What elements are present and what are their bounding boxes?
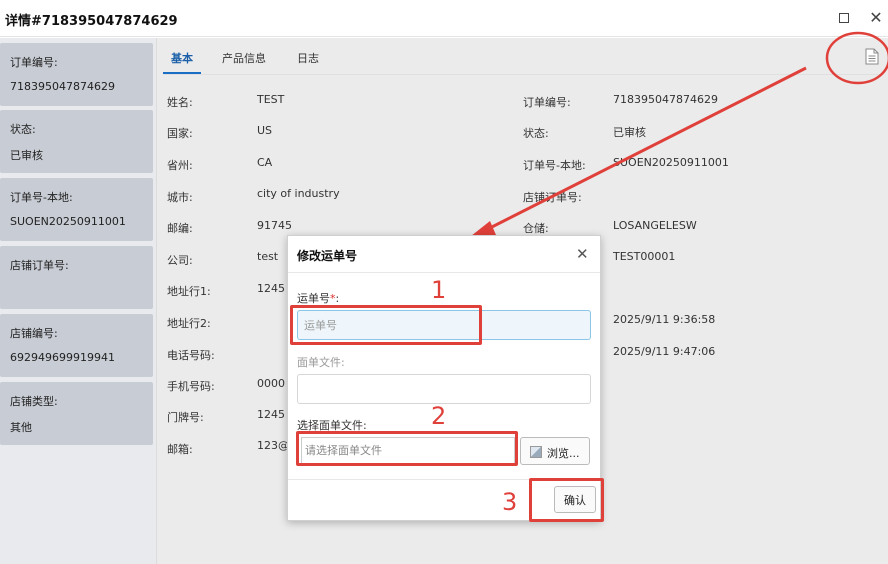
field-label: 状态: [523, 127, 549, 140]
label-file-label: 面单文件: [297, 356, 345, 369]
field-value: 123@ [257, 439, 289, 452]
sidebar-card-value: 已审核 [10, 149, 43, 162]
field-value: 1245 [257, 282, 285, 295]
field-label: 公司: [167, 254, 193, 267]
sidebar-card-value: SUOEN20250911001 [10, 215, 126, 228]
step-marker-2: 2 [431, 402, 447, 430]
sidebar-card-order-id: 订单编号: 718395047874629 [0, 43, 153, 106]
window-title: 详情#718395047874629 [5, 14, 178, 29]
tab-log[interactable]: 日志 [297, 50, 319, 66]
sidebar-card-label: 店铺订单号: [10, 259, 69, 272]
browse-button-label: 浏览... [547, 447, 580, 460]
field-label: 省州: [167, 159, 193, 172]
field-label: 订单号-本地: [523, 159, 586, 172]
sidebar-card-label: 店铺编号: [10, 327, 58, 340]
field-value: 2025/9/11 9:36:58 [613, 313, 716, 326]
tab-basic[interactable]: 基本 [171, 50, 193, 66]
sidebar-card-label: 状态: [10, 123, 36, 136]
dialog-title: 修改运单号 [297, 249, 358, 263]
step-marker-3: 3 [502, 488, 518, 516]
field-label: 手机号码: [167, 380, 215, 393]
sidebar-card-local-order: 订单号-本地: SUOEN20250911001 [0, 178, 153, 241]
field-value: CA [257, 156, 273, 169]
sidebar-card-label: 店铺类型: [10, 395, 58, 408]
field-value: 91745 [257, 219, 292, 232]
field-label: 仓储: [523, 222, 549, 235]
field-value: 0000 [257, 377, 285, 390]
field-label: 国家: [167, 127, 193, 140]
sidebar-card-value: 其他 [10, 421, 32, 434]
field-label: 店铺订单号: [523, 191, 582, 204]
step-marker-1: 1 [431, 276, 447, 304]
field-label: 地址行1: [167, 285, 211, 298]
close-icon[interactable]: ✕ [576, 245, 589, 263]
field-value: 已审核 [613, 126, 646, 139]
dialog-header: 修改运单号 ✕ [288, 236, 600, 273]
field-value: 718395047874629 [613, 93, 718, 106]
sidebar-card-value: 692949699919941 [10, 351, 115, 364]
label-file-field[interactable] [297, 374, 591, 404]
tab-product-info[interactable]: 产品信息 [222, 50, 266, 66]
sidebar-card-shop-type: 店铺类型: 其他 [0, 382, 153, 445]
field-value: TEST [257, 93, 285, 106]
image-icon [530, 446, 542, 458]
sidebar-card-shop-order: 店铺订单号: [0, 246, 153, 309]
choose-file-input[interactable] [301, 437, 515, 464]
field-value: LOSANGELESW [613, 219, 697, 232]
field-value: test [257, 250, 279, 263]
field-label: 电话号码: [167, 349, 215, 362]
choose-file-label: 选择面单文件: [297, 419, 367, 432]
tab-divider [163, 74, 883, 75]
field-value: TEST00001 [613, 250, 676, 263]
sidebar-card-label: 订单号-本地: [10, 191, 73, 204]
field-value: city of industry [257, 187, 340, 200]
field-label: 姓名: [167, 96, 193, 109]
sidebar-card-label: 订单编号: [10, 56, 58, 69]
field-value: SUOEN20250911001 [613, 156, 729, 169]
confirm-button[interactable]: 确认 [554, 486, 596, 513]
sidebar-card-value: 718395047874629 [10, 80, 115, 93]
window-titlebar: 详情#718395047874629 ✕ [0, 0, 888, 37]
tracking-number-label: 运单号*: [297, 292, 340, 305]
document-icon[interactable] [865, 48, 879, 65]
field-value: 2025/9/11 9:47:06 [613, 345, 716, 358]
tracking-number-input[interactable] [297, 310, 591, 340]
field-value: 1245 [257, 408, 285, 421]
field-value: US [257, 124, 273, 137]
sidebar: 订单编号: 718395047874629 状态: 已审核 订单号-本地: SU… [0, 38, 157, 564]
dialog-footer-divider [288, 479, 600, 480]
sidebar-card-status: 状态: 已审核 [0, 110, 153, 173]
maximize-icon[interactable] [834, 8, 854, 28]
field-label: 门牌号: [167, 411, 204, 424]
field-label: 邮编: [167, 222, 193, 235]
sidebar-card-shop-id: 店铺编号: 692949699919941 [0, 314, 153, 377]
browse-button[interactable]: 浏览... [520, 437, 590, 465]
field-label: 订单编号: [523, 96, 571, 109]
close-icon[interactable]: ✕ [866, 8, 886, 28]
field-label: 邮箱: [167, 443, 193, 456]
field-label: 地址行2: [167, 317, 211, 330]
field-label: 城市: [167, 191, 193, 204]
